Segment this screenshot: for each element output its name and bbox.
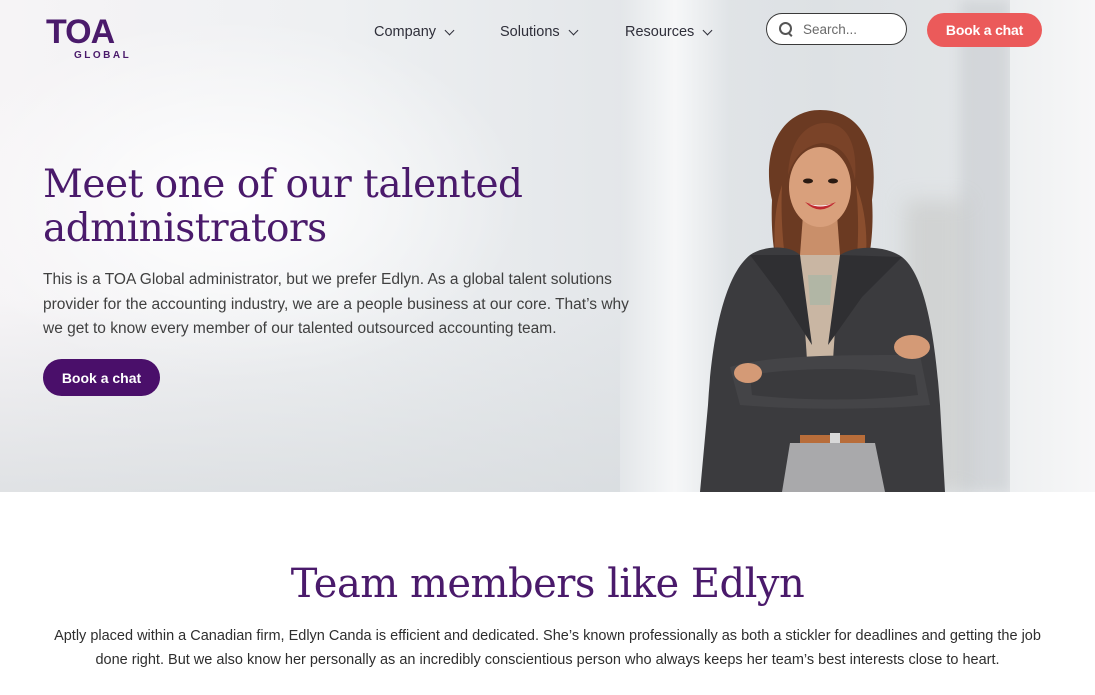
toa-global-logo[interactable]: TOA GLOBAL: [46, 14, 138, 62]
chevron-down-icon: [568, 25, 579, 35]
nav-resources[interactable]: Resources: [625, 22, 713, 42]
nav-company[interactable]: Company: [374, 22, 455, 42]
hero-background-pillar: [960, 0, 1010, 492]
hero-title-line-2: administrators: [43, 206, 327, 251]
chevron-down-icon: [702, 25, 713, 35]
logo-subtext: GLOBAL: [74, 50, 132, 61]
chevron-down-icon: [444, 25, 455, 35]
hero-background-wall: [1010, 0, 1095, 492]
logo-wordmark: TOA: [46, 13, 115, 51]
hero-section: TOA GLOBAL Company Solutions Resources B…: [0, 0, 1095, 492]
nav-resources-label: Resources: [625, 24, 695, 40]
nav-solutions[interactable]: Solutions: [500, 22, 579, 42]
search-box[interactable]: [766, 13, 907, 45]
book-a-chat-hero-button[interactable]: Book a chat: [43, 359, 160, 396]
hero-title: Meet one of our talented administrators: [43, 163, 563, 251]
team-section-description: Aptly placed within a Canadian firm, Edl…: [54, 628, 1041, 668]
team-section-title: Team members like Edlyn: [290, 561, 805, 607]
hero-description: This is a TOA Global administrator, but …: [43, 271, 629, 337]
search-icon: [779, 22, 793, 37]
nav-solutions-label: Solutions: [500, 24, 560, 40]
edlyn-portrait-image: [700, 110, 945, 492]
book-a-chat-header-button[interactable]: Book a chat: [927, 13, 1042, 47]
search-input[interactable]: [803, 21, 898, 37]
nav-company-label: Company: [374, 24, 437, 40]
hero-title-line-1: Meet one of our talented: [43, 162, 523, 207]
